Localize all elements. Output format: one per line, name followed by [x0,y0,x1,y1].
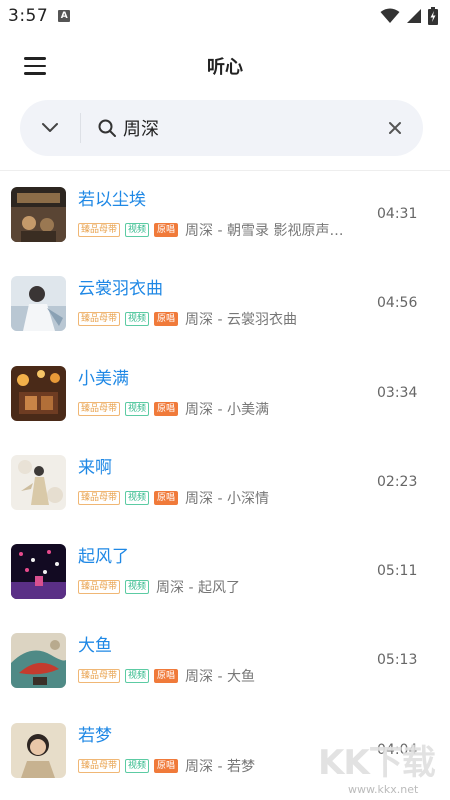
song-artist-album: 周深 - 大鱼 [185,669,255,686]
song-artist-album: 周深 - 起风了 [156,580,240,597]
tag-master-quality: 臻品母带 [78,669,121,684]
song-row[interactable]: 若以尘埃 臻品母带 视频 原唱 周深 - 朝雪录 影视原声… 04:31 [0,171,450,260]
tag-video: 视频 [125,580,150,595]
song-duration: 05:13 [377,652,418,669]
status-right [380,7,438,25]
search-icon-wrap [81,118,123,138]
song-duration: 04:56 [377,295,418,312]
hamburger-icon-line [24,57,46,60]
song-duration: 02:23 [377,473,418,490]
song-title: 云裳羽衣曲 [78,279,163,300]
song-row[interactable]: 大鱼 臻品母带 视频 原唱 周深 - 大鱼 05:13 [0,617,450,706]
tag-master-quality: 臻品母带 [78,312,121,327]
cell-signal-icon [407,9,421,23]
song-info: 若以尘埃 臻品母带 视频 原唱 周深 - 朝雪录 影视原声… [78,187,358,241]
song-row[interactable]: 小美满 臻品母带 视频 原唱 周深 - 小美满 03:34 [0,350,450,439]
tag-original: 原唱 [154,758,179,773]
tag-video: 视频 [125,669,150,684]
watermark-url: www.kkx.net [348,783,419,796]
tag-original: 原唱 [154,401,179,416]
tag-master-quality: 臻品母带 [78,401,121,416]
notification-a-icon: A [58,10,71,22]
song-artist-album: 周深 - 云裳羽衣曲 [185,312,297,329]
clear-search-button[interactable] [367,100,423,156]
album-cover [11,187,66,242]
album-cover [11,454,66,510]
close-icon [389,122,401,134]
search-input[interactable] [123,108,367,148]
song-row[interactable]: 云裳羽衣曲 臻品母带 视频 原唱 周深 - 云裳羽衣曲 04:56 [0,260,450,349]
tag-video: 视频 [125,758,150,773]
song-meta: 臻品母带 视频 周深 - 起风了 [78,576,358,598]
song-title: 大鱼 [78,636,112,657]
battery-charging-icon [428,7,438,25]
status-bar: 3:57 A [0,0,450,32]
page-title: 听心 [207,57,243,78]
song-meta: 臻品母带 视频 原唱 周深 - 若梦 [78,755,358,777]
song-duration: 03:34 [377,384,418,401]
search-type-dropdown[interactable] [20,100,80,156]
song-artist-album: 周深 - 小深情 [185,490,269,507]
tag-original: 原唱 [154,312,179,327]
song-info: 小美满 臻品母带 视频 原唱 周深 - 小美满 [78,366,358,420]
tag-video: 视频 [125,312,150,327]
song-row[interactable]: 起风了 臻品母带 视频 周深 - 起风了 05:11 [0,528,450,617]
chevron-down-icon [42,123,58,132]
tag-original: 原唱 [154,490,179,505]
song-duration: 04:31 [377,206,418,222]
tag-master-quality: 臻品母带 [78,580,121,595]
song-title: 若梦 [78,725,112,746]
tag-original: 原唱 [154,223,179,237]
tag-video: 视频 [125,490,150,505]
tag-master-quality: 臻品母带 [78,223,121,237]
search-icon [98,119,116,137]
app-header: 听心 [0,32,450,100]
song-meta: 臻品母带 视频 原唱 周深 - 小美满 [78,398,358,420]
album-cover [11,276,66,332]
watermark: KK下载 www.kkx.net [318,735,450,800]
song-duration: 05:11 [377,563,418,580]
tag-master-quality: 臻品母带 [78,490,121,505]
song-info: 若梦 臻品母带 视频 原唱 周深 - 若梦 [78,723,358,777]
song-artist-album: 周深 - 若梦 [185,758,255,775]
wifi-icon [380,8,400,23]
status-left: 3:57 A [8,6,71,26]
search-bar [20,100,423,156]
album-cover [11,722,66,778]
watermark-logo: KK下载 [318,743,436,783]
song-meta: 臻品母带 视频 原唱 周深 - 大鱼 [78,665,358,687]
tag-master-quality: 臻品母带 [78,758,121,773]
song-title: 来啊 [78,457,112,478]
song-info: 起风了 臻品母带 视频 周深 - 起风了 [78,544,358,598]
song-title: 若以尘埃 [78,190,146,210]
album-cover [11,544,66,600]
status-time: 3:57 [8,6,49,26]
tag-video: 视频 [125,401,150,416]
song-title: 小美满 [78,368,129,389]
tag-original: 原唱 [154,669,179,684]
song-info: 来啊 臻品母带 视频 原唱 周深 - 小深情 [78,455,358,509]
album-cover [11,365,66,421]
album-cover [11,633,66,689]
song-info: 云裳羽衣曲 臻品母带 视频 原唱 周深 - 云裳羽衣曲 [78,276,358,330]
hamburger-icon-line [24,64,46,68]
song-artist-album: 周深 - 朝雪录 影视原声… [185,223,344,239]
tag-video: 视频 [125,223,150,237]
song-row[interactable]: 来啊 臻品母带 视频 原唱 周深 - 小深情 02:23 [0,439,450,528]
song-info: 大鱼 臻品母带 视频 原唱 周深 - 大鱼 [78,633,358,687]
song-title: 起风了 [78,547,129,568]
song-meta: 臻品母带 视频 原唱 周深 - 朝雪录 影视原声… [78,219,358,241]
song-meta: 臻品母带 视频 原唱 周深 - 云裳羽衣曲 [78,308,358,330]
menu-button[interactable] [18,52,52,80]
song-meta: 臻品母带 视频 原唱 周深 - 小深情 [78,487,358,509]
hamburger-icon-line [24,72,46,75]
song-artist-album: 周深 - 小美满 [185,401,269,418]
song-list: 若以尘埃 臻品母带 视频 原唱 周深 - 朝雪录 影视原声… 04:31 云裳羽… [0,171,450,796]
